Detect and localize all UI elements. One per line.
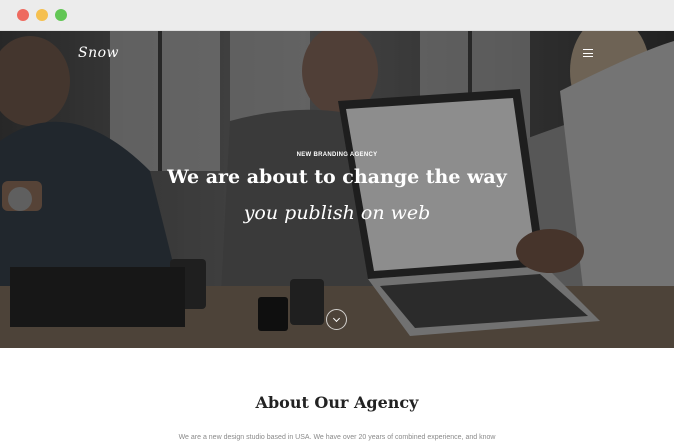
hero-headline: We are about to change the way xyxy=(167,166,507,188)
hamburger-menu-icon[interactable] xyxy=(583,49,593,57)
hero-overlay xyxy=(0,31,674,348)
browser-title-bar xyxy=(0,0,674,31)
hero-subheadline: you publish on web xyxy=(243,202,431,224)
window-minimize-button[interactable] xyxy=(36,9,48,21)
scroll-down-button[interactable] xyxy=(326,309,347,330)
window-close-button[interactable] xyxy=(17,9,29,21)
chevron-down-icon xyxy=(332,314,341,323)
site-logo[interactable]: Snow xyxy=(78,45,119,61)
about-text: We are a new design studio based in USA.… xyxy=(178,434,496,441)
hero-eyebrow: NEW BRANDING AGENCY xyxy=(296,152,378,158)
about-title: About Our Agency xyxy=(255,393,419,412)
window-maximize-button[interactable] xyxy=(55,9,67,21)
hero-section: Snow NEW BRANDING AGENCY We are about to… xyxy=(0,31,674,348)
